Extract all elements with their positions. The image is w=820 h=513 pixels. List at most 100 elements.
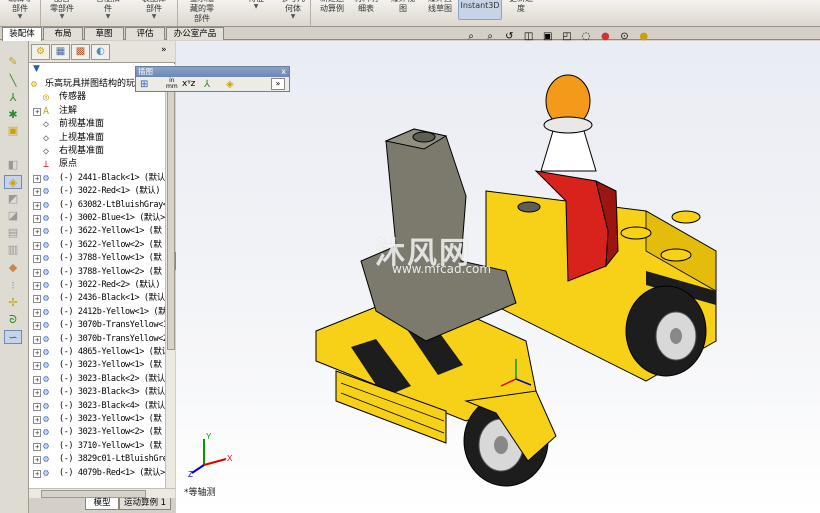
graphics-viewport[interactable]: Y X Z 沐风网 www.mfcad.com *等轴测 xyxy=(176,41,820,513)
tree-item-origin[interactable]: ⊥ 原点 xyxy=(29,158,165,171)
tree-component-row[interactable]: + ⚙ (-) 3622-Yellow<2> (默 xyxy=(29,239,165,252)
previous-view-icon[interactable]: ↺ xyxy=(501,31,517,42)
tab-model[interactable]: 模型 xyxy=(85,498,119,510)
expand-icon[interactable]: + xyxy=(33,295,41,304)
part-icon[interactable]: ▣ xyxy=(4,124,22,138)
tree-component-row[interactable]: + ⚙ (-) 2436-Black<1> (默认 xyxy=(29,292,165,305)
expand-icon[interactable]: + xyxy=(33,429,41,438)
mate-button[interactable]: 配合 零部件▼ xyxy=(42,0,82,26)
edit-component-button[interactable]: 编辑零 部件▼ xyxy=(2,0,38,26)
tree-component-row[interactable]: + ⚙ (-) 3829c01-LtBluishGre xyxy=(29,453,165,466)
tree-component-row[interactable]: + ⚙ (-) 3622-Yellow<1> (默 xyxy=(29,225,165,238)
point-icon[interactable]: ✱ xyxy=(4,108,22,122)
expand-icon[interactable]: + xyxy=(33,335,41,344)
tree-component-row[interactable]: + ⚙ (-) 63082-LtBluishGray< xyxy=(29,199,165,212)
spline-tool-icon[interactable]: ∽ xyxy=(4,330,22,344)
feature-tree-tab-icon[interactable]: ⚙ xyxy=(31,44,50,60)
tree-component-row[interactable]: + ⚙ (-) 3070b-TransYellow<2 xyxy=(29,333,165,346)
filter-icon[interactable]: ▼ xyxy=(33,64,40,74)
tab-layout[interactable]: 布局 xyxy=(43,27,83,40)
assembly-components-button[interactable]: 装配体 部件▼ xyxy=(134,0,174,26)
tree-component-row[interactable]: + ⚙ (-) 3023-Yellow<2> (默 xyxy=(29,426,165,439)
units-icon[interactable]: in mm xyxy=(166,78,178,90)
tree-component-row[interactable]: + ⚙ (-) 3022-Red<2> (默认) xyxy=(29,279,165,292)
tab-office-products[interactable]: 办公室产品 xyxy=(166,27,224,40)
tab-assembly[interactable]: 装配体 xyxy=(2,27,42,41)
property-manager-tab-icon[interactable]: ▦ xyxy=(51,44,70,60)
appearance-icon[interactable]: ● xyxy=(597,31,613,42)
expand-icon[interactable]: + xyxy=(33,456,41,465)
tree-component-row[interactable]: + ⚙ (-) 3710-Yellow<1> (默 xyxy=(29,440,165,453)
expand-icon[interactable]: + xyxy=(33,174,41,183)
expand-icon[interactable]: + xyxy=(33,349,41,357)
expand-icon[interactable]: + xyxy=(33,389,41,398)
tree-component-row[interactable]: + ⚙ (-) 3788-Yellow<2> (默 xyxy=(29,266,165,279)
update-speed-button[interactable]: 更新速 度 xyxy=(504,0,538,26)
tree-component-row[interactable]: + ⚙ (-) 3070b-TransYellow<1 xyxy=(29,319,165,332)
expand-icon[interactable]: + xyxy=(33,282,41,290)
line-icon[interactable]: ╲ xyxy=(4,74,22,88)
expand-icon[interactable]: + xyxy=(33,255,41,264)
tree-component-row[interactable]: + ⚙ (-) 3022-Red<1> (默认) xyxy=(29,185,165,198)
tree-item-sensor[interactable]: +◎传感器 xyxy=(29,91,165,104)
expand-icon[interactable]: + xyxy=(33,107,41,116)
expand-icon[interactable]: + xyxy=(33,201,41,210)
pattern-tool-icon[interactable]: ⁝ xyxy=(4,279,22,293)
expand-icon[interactable]: + xyxy=(33,215,41,223)
explode-line-sketch-button[interactable]: 爆炸直 线草图 xyxy=(422,0,458,26)
zoom-to-fit-icon[interactable]: ⌕ xyxy=(463,31,479,42)
exploded-view-button[interactable]: 爆炸视 图 xyxy=(384,0,422,26)
coordinate-system-icon[interactable]: xᵞz xyxy=(182,79,195,89)
tab-sketch[interactable]: 草图 xyxy=(84,27,124,40)
expand-icon[interactable]: + xyxy=(33,442,41,451)
section-view-icon[interactable]: ◫ xyxy=(521,31,537,42)
expand-chevron-icon[interactable]: » xyxy=(161,45,167,55)
tree-component-row[interactable]: + ⚙ (-) 4865-Yellow<1> (默认 xyxy=(29,346,165,359)
tab-motion-study[interactable]: 运动算例 1 xyxy=(119,498,171,510)
instant3d-button[interactable]: Instant3D xyxy=(458,0,502,20)
expand-icon[interactable]: + xyxy=(33,308,41,317)
axis-icon[interactable]: ⅄ xyxy=(4,91,22,105)
hide-show-icon[interactable]: ◌ xyxy=(578,31,594,42)
display-manager-tab-icon[interactable]: ◐ xyxy=(91,44,110,60)
tree-component-row[interactable]: + ⚙ (-) 3788-Yellow<1> (默 xyxy=(29,252,165,265)
smart-fasteners-button[interactable]: 智能扣 件▼ xyxy=(86,0,130,26)
floating-toolbar[interactable]: 插图 x ⊞ in mm xᵞz ⅄ ◈ » xyxy=(135,66,290,92)
expand-icon[interactable]: + xyxy=(33,241,41,250)
reference-plane-icon[interactable]: ◈ xyxy=(226,79,234,90)
tree-component-row[interactable]: + ⚙ (-) 3002-Blue<1> (默认> xyxy=(29,212,165,225)
tree-component-row[interactable]: + ⚙ (-) 3023-Black<4> (默认 xyxy=(29,400,165,413)
tree-item-plane[interactable]: ◇ 前视基准面 xyxy=(29,118,165,131)
smartdimension-icon[interactable]: ⊞ xyxy=(140,79,148,90)
tree-vertical-scrollbar[interactable] xyxy=(165,78,175,488)
toolbar-options-chevron-icon[interactable]: » xyxy=(271,78,285,90)
expand-icon[interactable]: + xyxy=(33,362,41,371)
expand-icon[interactable]: + xyxy=(33,268,41,277)
sketch-line-icon[interactable]: ✎ xyxy=(4,55,22,69)
mate-tool-icon[interactable]: ◆ xyxy=(4,261,22,275)
configuration-tab-icon[interactable]: ▩ xyxy=(71,44,90,60)
expand-icon[interactable]: + xyxy=(33,322,41,331)
expand-icon[interactable]: + xyxy=(33,375,41,384)
component-tool-icon[interactable]: ◈ xyxy=(4,175,22,189)
expand-icon[interactable]: + xyxy=(33,402,41,411)
close-icon[interactable]: x xyxy=(281,67,286,77)
features-button[interactable]: 特征▼ xyxy=(236,0,276,26)
tree-item-annotation[interactable]: + A 注解 xyxy=(29,105,165,118)
bill-of-materials-button[interactable]: 材料明 细表 xyxy=(352,0,380,26)
expand-icon[interactable]: + xyxy=(33,469,41,478)
view-settings-icon[interactable]: ● xyxy=(636,31,652,42)
new-motion-study-button[interactable]: 新建运 动算例 xyxy=(312,0,352,26)
tree-component-row[interactable]: + ⚙ (-) 2412b-Yellow<1> (默 xyxy=(29,306,165,319)
reference-tool-icon[interactable]: ✢ xyxy=(4,296,22,310)
tree-component-row[interactable]: + ⚙ (-) 3023-Yellow<1> (默 xyxy=(29,413,165,426)
tree-component-row[interactable]: + ⚙ (-) 4079b-Red<1> (默认> xyxy=(29,467,165,480)
display-style-icon[interactable]: ◰ xyxy=(559,31,575,42)
tree-component-row[interactable]: + ⚙ (-) 2441-Black<1> (默认 xyxy=(29,172,165,185)
tree-component-row[interactable]: + ⚙ (-) 3023-Black<2> (默认 xyxy=(29,373,165,386)
tree-item-plane[interactable]: ◇ 右视基准面 xyxy=(29,145,165,158)
expand-icon[interactable]: + xyxy=(33,228,41,237)
reference-geometry-button[interactable]: 参考几 何体▼ xyxy=(278,0,308,26)
show-hidden-components-button[interactable]: 显示隐 藏的零 部件 xyxy=(180,0,224,26)
view-orientation-icon[interactable]: ▣ xyxy=(540,31,556,42)
